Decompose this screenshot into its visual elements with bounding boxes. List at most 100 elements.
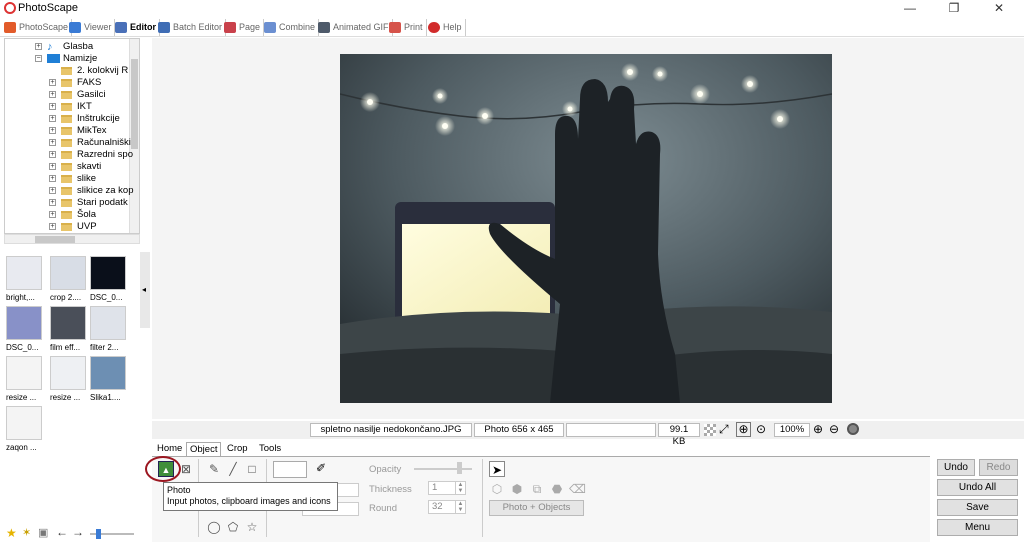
- tab-animated-gif[interactable]: Animated GIF: [316, 19, 393, 36]
- undo-all-button[interactable]: Undo All: [937, 479, 1018, 496]
- tab-help[interactable]: Help: [426, 19, 466, 36]
- expand-icon[interactable]: +: [49, 103, 56, 110]
- tab-home[interactable]: Home: [154, 442, 185, 456]
- round-spinner[interactable]: 32 ▲ ▼: [428, 500, 466, 514]
- thumbnail-image[interactable]: [90, 306, 126, 340]
- tab-page[interactable]: Page: [222, 19, 265, 36]
- thumbnail-image[interactable]: [6, 356, 42, 390]
- maximize-button[interactable]: ❐: [932, 0, 976, 17]
- transparency-grid-icon[interactable]: [704, 424, 716, 436]
- menu-button[interactable]: Menu: [937, 519, 1018, 536]
- close-button[interactable]: ✕: [977, 0, 1021, 17]
- thumbnail-item[interactable]: crop 2....: [50, 256, 88, 302]
- thumbnail-image[interactable]: [50, 256, 86, 290]
- spinner-arrows-icon[interactable]: ▲ ▼: [455, 482, 465, 494]
- expand-icon[interactable]: +: [49, 211, 56, 218]
- zoom-fit-icon[interactable]: ⊕: [736, 422, 751, 437]
- undo-button[interactable]: Undo: [937, 459, 975, 476]
- photo-objects-button[interactable]: Photo + Objects: [489, 500, 584, 516]
- expand-icon[interactable]: +: [49, 127, 56, 134]
- folder-icon: [61, 67, 72, 75]
- thumbnail-item[interactable]: DSC_0...: [6, 306, 44, 352]
- thumbnail-item[interactable]: resize ...: [50, 356, 88, 402]
- scrollbar-thumb[interactable]: [131, 59, 138, 149]
- thumbnail-image[interactable]: [50, 356, 86, 390]
- fit-screen-icon[interactable]: ⤢: [719, 422, 729, 437]
- tree-horizontal-scrollbar[interactable]: [4, 234, 140, 244]
- expand-icon[interactable]: +: [49, 79, 56, 86]
- collapse-panel-arrow-icon[interactable]: ◂: [142, 285, 146, 294]
- expand-icon[interactable]: +: [49, 151, 56, 158]
- thumbnail-image[interactable]: [6, 306, 42, 340]
- thumbnail-image[interactable]: [90, 356, 126, 390]
- duplicate-icon[interactable]: ⧉: [529, 481, 545, 497]
- collapse-icon[interactable]: −: [35, 55, 42, 62]
- thumbnail-image[interactable]: [50, 306, 86, 340]
- forward-arrow-icon[interactable]: →: [72, 525, 84, 539]
- tab-combine[interactable]: Combine: [262, 19, 320, 36]
- slider-handle[interactable]: [96, 529, 101, 539]
- eyedropper-icon[interactable]: ✐: [316, 461, 326, 475]
- select-pointer-icon[interactable]: ➤: [489, 461, 505, 477]
- tab-print[interactable]: Print: [387, 19, 427, 36]
- zoom-actual-icon[interactable]: ⊙: [756, 422, 766, 436]
- tab-photoscape[interactable]: PhotoScape: [2, 19, 73, 36]
- expand-icon[interactable]: +: [49, 139, 56, 146]
- zoom-out-icon[interactable]: ⊖: [829, 422, 839, 436]
- tab-tools[interactable]: Tools: [256, 442, 284, 456]
- folder-tree[interactable]: + ♪ Glasba − Namizje 2. kolokvij R + FAKS +…: [4, 38, 140, 234]
- thumbnail-item[interactable]: filter 2...: [90, 306, 128, 352]
- redo-button[interactable]: Redo: [979, 459, 1018, 476]
- tab-object[interactable]: Object: [186, 442, 222, 456]
- spinner-arrows-icon[interactable]: ▲ ▼: [455, 501, 465, 513]
- freehand-icon[interactable]: ✎: [206, 461, 222, 477]
- pentagon-icon[interactable]: ⬠: [225, 519, 241, 535]
- thumbnail-item[interactable]: film eff...: [50, 306, 88, 352]
- thumbnail-item[interactable]: zaqon ...: [6, 406, 44, 452]
- thumbnail-item[interactable]: resize ...: [6, 356, 44, 402]
- expand-icon[interactable]: +: [35, 43, 42, 50]
- folder-icon: [61, 127, 72, 135]
- tab-batch-editor[interactable]: Batch Editor: [156, 19, 227, 36]
- tab-viewer[interactable]: Viewer: [67, 19, 116, 36]
- favorite-star-icon[interactable]: ★: [6, 526, 17, 540]
- add-favorite-icon[interactable]: ✶: [22, 526, 31, 539]
- delete-object-icon[interactable]: ⌫: [569, 481, 586, 497]
- circle-icon[interactable]: ◯: [206, 519, 222, 535]
- thumbnail-item[interactable]: DSC_0...: [90, 256, 128, 302]
- color-picker-box[interactable]: [273, 461, 307, 478]
- minimize-button[interactable]: —: [888, 0, 932, 17]
- opacity-slider[interactable]: [414, 468, 472, 470]
- back-arrow-icon[interactable]: ←: [56, 525, 68, 539]
- tree-item-label: Gasilci: [77, 89, 106, 100]
- expand-icon[interactable]: +: [49, 91, 56, 98]
- thumbnail-item[interactable]: bright,...: [6, 256, 44, 302]
- thumbnail-image[interactable]: [6, 406, 42, 440]
- opacity-slider-handle[interactable]: [457, 462, 462, 474]
- thumbnail-item[interactable]: Slika1....: [90, 356, 128, 402]
- send-back-icon[interactable]: ⬢: [509, 481, 525, 497]
- thumbnail-image[interactable]: [90, 256, 126, 290]
- photo-preview[interactable]: [340, 54, 832, 403]
- expand-icon[interactable]: +: [49, 175, 56, 182]
- save-button[interactable]: Save: [937, 499, 1018, 516]
- bring-front-icon[interactable]: ⬡: [489, 481, 505, 497]
- thickness-spinner[interactable]: 1 ▲ ▼: [428, 481, 466, 495]
- group-icon[interactable]: ⬣: [549, 481, 565, 497]
- expand-icon[interactable]: +: [49, 163, 56, 170]
- line-icon[interactable]: ╱: [225, 461, 241, 477]
- star-icon[interactable]: ☆: [244, 519, 260, 535]
- expand-icon[interactable]: +: [49, 223, 56, 230]
- expand-icon[interactable]: +: [49, 115, 56, 122]
- info-icon[interactable]: [847, 423, 859, 435]
- rectangle-icon[interactable]: □: [244, 461, 260, 477]
- scrollbar-thumb[interactable]: [35, 236, 75, 243]
- tree-item-label: Inštrukcije: [77, 113, 120, 124]
- zoom-in-icon[interactable]: ⊕: [813, 422, 823, 436]
- expand-icon[interactable]: +: [49, 187, 56, 194]
- thumbnail-image[interactable]: [6, 256, 42, 290]
- expand-icon[interactable]: +: [49, 199, 56, 206]
- tab-editor[interactable]: Editor: [113, 19, 160, 36]
- folder-open-icon[interactable]: ▣: [38, 526, 48, 539]
- tab-crop[interactable]: Crop: [224, 442, 251, 456]
